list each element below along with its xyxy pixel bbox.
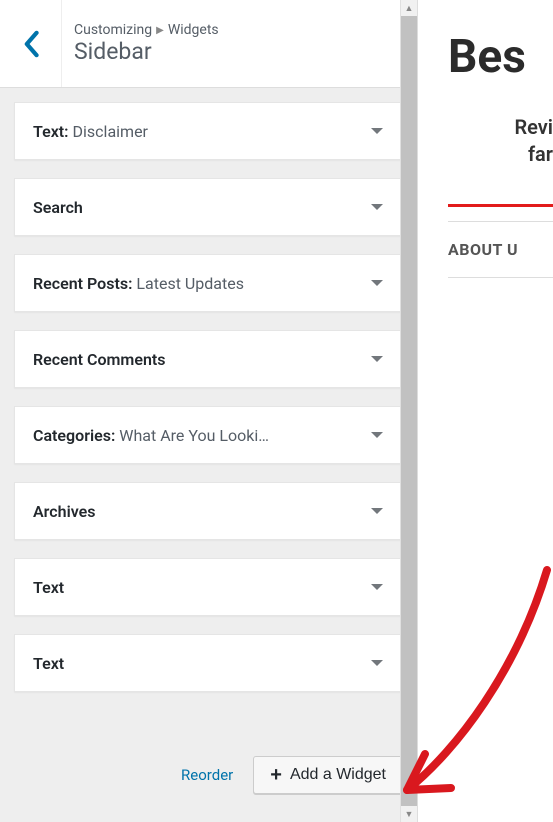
chevron-down-icon: [370, 506, 384, 516]
widget-item[interactable]: Archives: [14, 482, 403, 540]
widget-label: Search: [33, 198, 384, 217]
widget-item[interactable]: Categories: What Are You Looki…: [14, 406, 403, 464]
breadcrumb-root: Customizing: [74, 22, 152, 38]
scroll-down-icon[interactable]: ▼: [401, 806, 417, 822]
reorder-link[interactable]: Reorder: [181, 766, 233, 784]
scroll-up-icon[interactable]: ▲: [401, 0, 417, 16]
site-title: Bes: [448, 30, 553, 84]
chevron-down-icon: [370, 582, 384, 592]
header-text: Customizing ▶ Widgets Sidebar: [62, 0, 231, 87]
chevron-down-icon: [370, 658, 384, 668]
widget-label: Recent Posts: Latest Updates: [33, 274, 384, 293]
chevron-down-icon: [370, 126, 384, 136]
panel-header: Customizing ▶ Widgets Sidebar: [0, 0, 417, 88]
widget-label: Recent Comments: [33, 350, 384, 369]
widget-item[interactable]: Recent Comments: [14, 330, 403, 388]
site-tagline: Revi far: [448, 114, 553, 168]
scrollbar-thumb[interactable]: [401, 16, 417, 806]
widget-item[interactable]: Text: [14, 558, 403, 616]
widget-list: Text: Disclaimer Search Recent Posts: Late…: [0, 88, 417, 746]
customizer-sidebar: Customizing ▶ Widgets Sidebar Text: Disc…: [0, 0, 418, 822]
widget-label: Archives: [33, 502, 384, 521]
panel-title: Sidebar: [74, 38, 219, 65]
chevron-down-icon: [370, 430, 384, 440]
back-button[interactable]: [0, 0, 62, 87]
breadcrumb-leaf: Widgets: [168, 22, 219, 38]
scrollbar[interactable]: ▲ ▼: [400, 0, 417, 822]
chevron-down-icon: [370, 354, 384, 364]
widget-label: Text: [33, 654, 384, 673]
divider: [448, 204, 553, 207]
about-heading: ABOUT U: [448, 240, 553, 259]
chevron-down-icon: [370, 278, 384, 288]
widget-item[interactable]: Recent Posts: Latest Updates: [14, 254, 403, 312]
widget-item[interactable]: Search: [14, 178, 403, 236]
plus-icon: +: [270, 765, 282, 785]
breadcrumb: Customizing ▶ Widgets: [74, 22, 219, 38]
preview-pane: Bes Revi far ABOUT U: [418, 0, 553, 822]
chevron-left-icon: [22, 30, 40, 58]
widget-label: Text: [33, 578, 384, 597]
breadcrumb-separator-icon: ▶: [156, 25, 164, 36]
about-section: ABOUT U: [448, 221, 553, 278]
widget-label: Text: Disclaimer: [33, 122, 384, 141]
widget-item[interactable]: Text: [14, 634, 403, 692]
widget-label: Categories: What Are You Looki…: [33, 426, 384, 445]
add-widget-button[interactable]: + Add a Widget: [253, 756, 403, 794]
footer-actions: Reorder + Add a Widget: [0, 746, 417, 822]
chevron-down-icon: [370, 202, 384, 212]
add-widget-label: Add a Widget: [290, 766, 386, 784]
widget-item[interactable]: Text: Disclaimer: [14, 102, 403, 160]
